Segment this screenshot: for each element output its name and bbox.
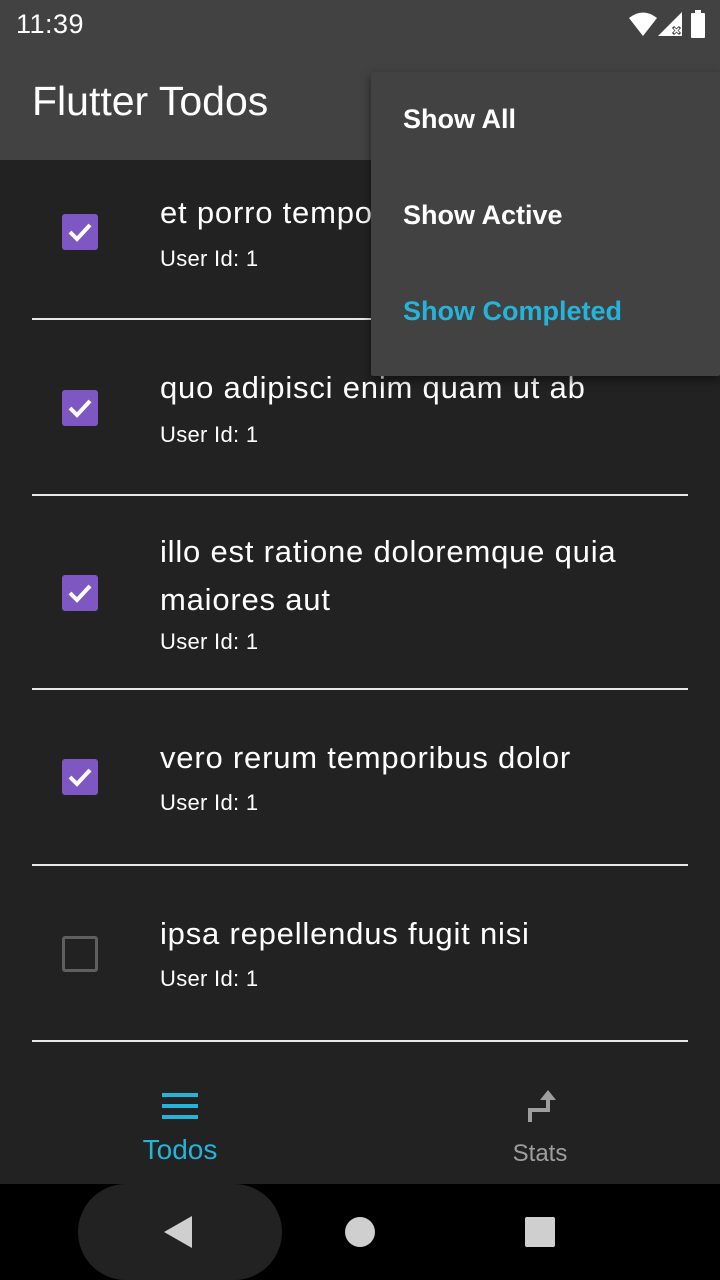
checkmark-icon xyxy=(68,399,92,418)
bottom-navigation: Todos Stats xyxy=(0,1060,720,1184)
todo-title: vero rerum temporibus dolor xyxy=(160,740,571,775)
todo-checkbox[interactable] xyxy=(62,214,98,250)
todo-title: illo est ratione doloremque quia maiores… xyxy=(160,534,617,617)
checkmark-icon xyxy=(68,223,92,242)
todo-item[interactable]: ipsa repellendus fugit nisi User Id: 1 xyxy=(32,866,688,1042)
nav-label-stats: Stats xyxy=(512,1140,568,1167)
home-icon[interactable] xyxy=(345,1217,375,1252)
nav-item-todos[interactable]: Todos xyxy=(0,1060,360,1184)
checkmark-icon xyxy=(68,768,92,787)
menu-item-label: Show Active xyxy=(403,200,563,230)
todo-item[interactable]: vero rerum temporibus dolor User Id: 1 xyxy=(32,690,688,866)
todo-checkbox[interactable] xyxy=(62,936,98,972)
todo-item[interactable]: illo est ratione doloremque quia maiores… xyxy=(32,496,688,690)
nav-item-stats[interactable]: Stats xyxy=(360,1060,720,1184)
filter-menu: Show All Show Active Show Completed xyxy=(371,72,720,376)
todo-checkbox[interactable] xyxy=(62,390,98,426)
checkmark-icon xyxy=(68,584,92,603)
todo-user-id: User Id: 1 xyxy=(160,790,259,815)
page-title: Flutter Todos xyxy=(32,78,269,124)
wifi-icon xyxy=(628,10,658,43)
status-bar: 11:39 xyxy=(0,0,720,48)
todo-checkbox[interactable] xyxy=(62,759,98,795)
stats-icon xyxy=(526,1088,558,1129)
status-time: 11:39 xyxy=(16,9,85,39)
todo-checkbox[interactable] xyxy=(62,575,98,611)
menu-item-label: Show All xyxy=(403,104,516,134)
nav-label-todos: Todos xyxy=(142,1134,218,1165)
recents-icon[interactable] xyxy=(525,1217,555,1252)
back-button[interactable] xyxy=(78,1184,282,1280)
menu-item-show-all[interactable]: Show All xyxy=(371,72,720,168)
cell-signal-icon xyxy=(656,10,684,43)
todo-title: ipsa repellendus fugit nisi xyxy=(160,916,530,951)
todo-user-id: User Id: 1 xyxy=(160,422,259,447)
menu-item-label: Show Completed xyxy=(403,296,623,326)
todo-user-id: User Id: 1 xyxy=(160,629,259,654)
menu-item-show-completed[interactable]: Show Completed xyxy=(371,264,720,360)
menu-item-show-active[interactable]: Show Active xyxy=(371,168,720,264)
todo-user-id: User Id: 1 xyxy=(160,246,259,271)
battery-icon xyxy=(690,10,706,43)
back-icon xyxy=(164,1216,192,1253)
list-icon xyxy=(162,1092,198,1125)
todo-user-id: User Id: 1 xyxy=(160,966,259,991)
system-navigation-bar xyxy=(0,1184,720,1280)
